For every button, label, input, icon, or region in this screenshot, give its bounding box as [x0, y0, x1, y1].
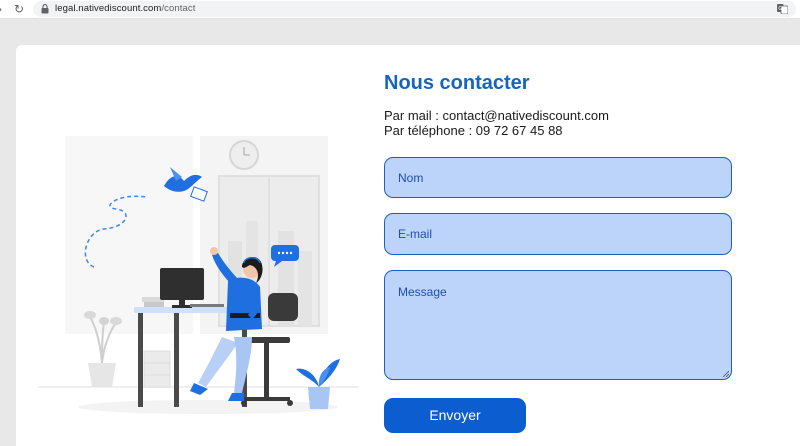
name-input[interactable]: Nom — [384, 157, 732, 198]
contact-email-line: Par mail : contact@nativediscount.com — [384, 108, 609, 123]
resize-grip-icon[interactable] — [722, 370, 729, 377]
wall-clock-icon — [229, 140, 259, 170]
reload-icon[interactable]: ↻ — [14, 1, 24, 17]
name-placeholder: Nom — [398, 171, 424, 185]
lock-icon[interactable] — [41, 4, 49, 14]
forward-arrow-icon[interactable]: › — [0, 1, 2, 17]
background-wall-panel — [65, 136, 193, 334]
right-plant-icon — [296, 359, 340, 409]
url-domain: legal.nativediscount.com — [55, 3, 162, 14]
url-text: legal.nativediscount.com/contact — [55, 3, 196, 15]
email-placeholder: E-mail — [398, 227, 433, 241]
message-placeholder: Message — [398, 285, 447, 299]
message-textarea[interactable]: Message — [384, 270, 732, 380]
send-button[interactable]: Envoyer — [384, 398, 526, 433]
contact-illustration — [38, 136, 358, 414]
address-bar[interactable]: legal.nativediscount.com/contact G — [33, 1, 796, 17]
contact-card: Nous contacter Par mail : contact@native… — [16, 45, 800, 446]
contact-phone-line: Par téléphone : 09 72 67 45 88 — [384, 123, 563, 138]
browser-toolbar: › ↻ legal.nativediscount.com/contact G — [0, 0, 800, 19]
translate-icon[interactable]: G — [777, 4, 788, 14]
url-path: /contact — [161, 3, 196, 14]
email-input[interactable]: E-mail — [384, 213, 732, 255]
svg-text:G: G — [778, 6, 782, 12]
page-title: Nous contacter — [384, 72, 530, 94]
